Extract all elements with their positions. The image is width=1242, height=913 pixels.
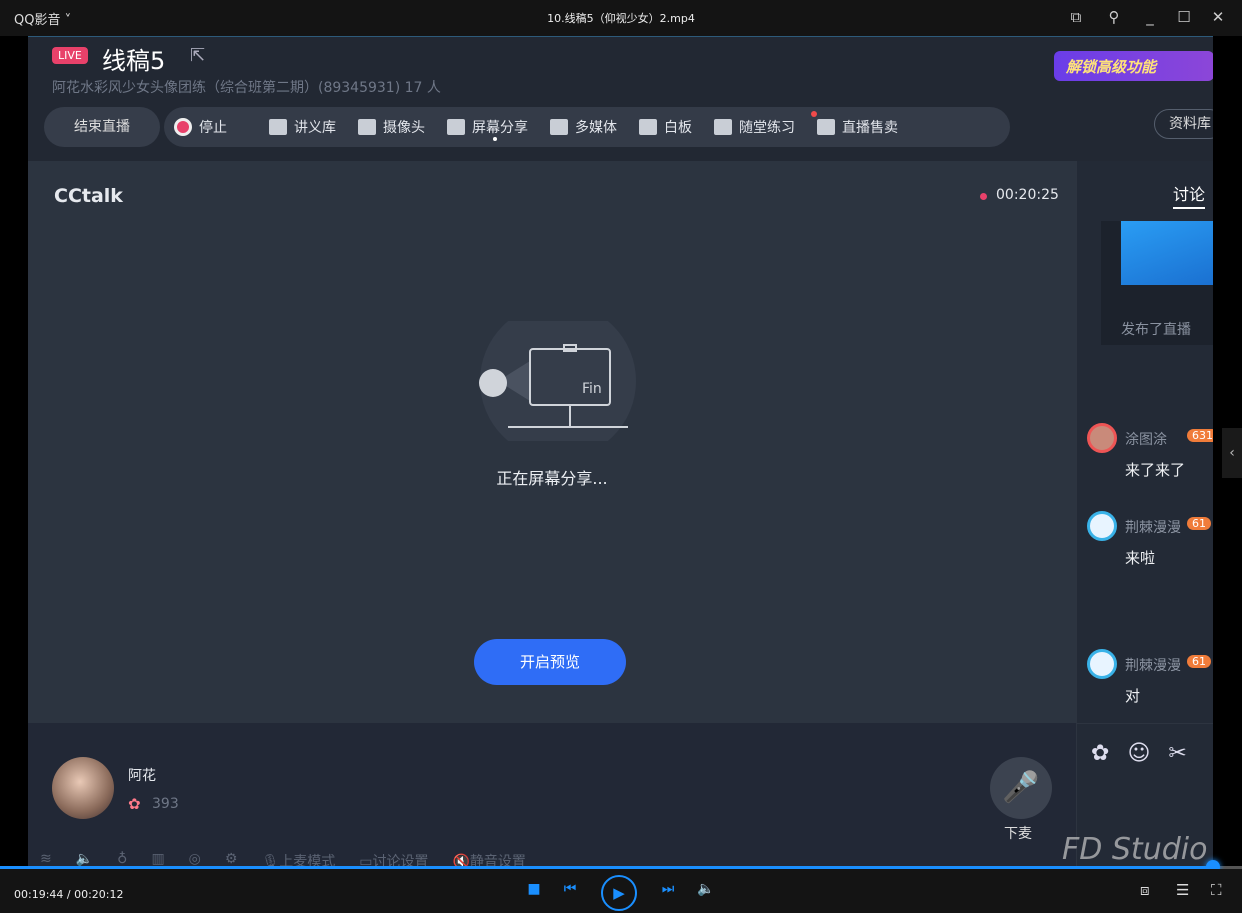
tool-label: 白板 <box>664 120 692 136</box>
chevron-left-icon: ‹ <box>1229 445 1235 461</box>
chat-user: 荆棘漫漫 <box>1125 520 1181 536</box>
tool-label: 停止 <box>199 120 227 136</box>
settings-sliders-icon[interactable]: ☰ <box>1176 881 1189 899</box>
emoji-icon[interactable]: ☺ <box>1127 741 1150 766</box>
fullscreen-icon[interactable]: ⛶ <box>1211 881 1222 899</box>
group-subtitle: 阿花水彩风少女头像团练（综合班第二期）(89345931) 17 人 <box>52 80 441 96</box>
studio-watermark: FD Studio <box>1062 832 1208 867</box>
pin-icon[interactable]: ⚲ <box>1102 6 1126 28</box>
chat-actions: ✿ ☺ ✂ <box>1091 741 1187 766</box>
player-controls: 00:19:44 / 00:20:12 ■ ⏮ ▶ ⏭ 🔈 ⧈ ☰ ⛶ <box>0 869 1242 913</box>
host-avatar[interactable] <box>52 757 114 819</box>
tool-label: 随堂练习 <box>739 120 795 136</box>
mini-mode-icon[interactable]: ⧉ <box>1064 6 1088 28</box>
tool-stop[interactable]: 停止 <box>174 117 227 137</box>
tool-label: 多媒体 <box>575 120 617 136</box>
live-badge: LIVE <box>52 47 88 64</box>
live-title: 线稿5 <box>102 47 166 75</box>
tool-label: 直播售卖 <box>842 120 898 136</box>
chat-message: 涂图涂 631 来了来了 <box>1087 423 1213 493</box>
fin-label: Fin <box>582 381 602 397</box>
user-avatar <box>1087 649 1117 679</box>
title-bar: QQ影音 ˅ 10.线稿5（仰视少女）2.mp4 ⧉ ⚲ _ ☐ ✕ <box>0 0 1242 36</box>
level-badge: 631 <box>1187 429 1213 442</box>
slides-icon <box>269 119 287 135</box>
screenshot-tool-icon[interactable]: ⧈ <box>1140 881 1150 899</box>
screen-sharing-status: 正在屏幕分享... <box>496 469 608 488</box>
chat-user: 涂图涂 <box>1125 432 1167 448</box>
start-preview-button[interactable]: 开启预览 <box>474 639 626 685</box>
volume-button[interactable]: 🔈 <box>694 881 718 897</box>
stop-button[interactable]: ■ <box>522 881 546 897</box>
next-button[interactable]: ⏭ <box>656 881 680 897</box>
tool-exercise[interactable]: 随堂练习 <box>714 117 795 137</box>
unlock-premium-banner[interactable]: 解锁高级功能 <box>1054 51 1213 81</box>
live-timer: 00:20:25 <box>996 187 1059 203</box>
stage: CCtalk 00:20:25 Fin 正在屏幕分享... 开启预览 <box>28 161 1076 723</box>
tool-label: 讲义库 <box>294 120 336 136</box>
user-avatar <box>1087 511 1117 541</box>
end-live-button[interactable]: 结束直播 <box>44 107 160 147</box>
microphone-icon: 🎤 <box>1002 770 1040 805</box>
level-badge: 61 <box>1187 517 1211 530</box>
chat-panel: 讨论 发布了直播 涂图涂 631 来了来了 荆棘漫漫 61 来啦 荆棘漫漫 61… <box>1076 161 1213 868</box>
screen-share-icon <box>447 119 465 135</box>
playback-time: 00:19:44 / 00:20:12 <box>14 888 124 901</box>
level-badge: 61 <box>1187 655 1211 668</box>
external-link-icon[interactable]: ⇱ <box>190 45 205 66</box>
file-name: 10.线稿5（仰视少女）2.mp4 <box>547 12 695 25</box>
tool-label: 摄像头 <box>383 120 425 136</box>
video-frame[interactable]: LIVE 线稿5 ⇱ 阿花水彩风少女头像团练（综合班第二期）(89345931)… <box>28 36 1213 868</box>
tab-discussion[interactable]: 讨论 <box>1173 181 1206 209</box>
host-name: 阿花 <box>128 768 156 784</box>
tool-camera[interactable]: 摄像头 <box>358 117 425 137</box>
play-button[interactable]: ▶ <box>601 875 637 911</box>
user-avatar <box>1087 423 1117 453</box>
projector-illustration: Fin <box>479 321 636 441</box>
collapse-panel-button[interactable]: ‹ <box>1222 428 1242 478</box>
chat-message: 荆棘漫漫 61 来啦 <box>1087 511 1213 581</box>
chat-message: 荆棘漫漫 61 对 <box>1087 649 1213 719</box>
camera-icon <box>358 119 376 135</box>
chat-text: 来啦 <box>1125 549 1156 567</box>
host-panel: 阿花 ✿ 393 🎤 下麦 ≋ 🔈 ♁ ▥ ◎ ⚙ 🎙上麦模式 ▭讨论设置 🔇静… <box>28 723 1076 868</box>
tool-shop[interactable]: 直播售卖 <box>811 111 898 137</box>
divider <box>1077 723 1213 724</box>
notification-dot <box>811 111 817 117</box>
cctalk-logo: CCtalk <box>54 185 123 207</box>
chat-text: 对 <box>1125 687 1141 705</box>
tool-screen-share[interactable]: 屏幕分享 <box>447 117 528 141</box>
exercise-icon <box>714 119 732 135</box>
card-image <box>1121 221 1213 285</box>
flower-count: 393 <box>152 796 179 812</box>
tool-media[interactable]: 多媒体 <box>550 117 617 137</box>
shop-icon <box>817 119 835 135</box>
live-toolbar: 停止 讲义库 摄像头 屏幕分享 多媒体 白板 随堂练习 直播售卖 <box>164 107 1010 147</box>
close-button[interactable]: ✕ <box>1206 6 1230 28</box>
whiteboard-icon <box>639 119 657 135</box>
card-text: 发布了直播 <box>1121 322 1191 338</box>
materials-button[interactable]: 资料库 <box>1154 109 1213 139</box>
media-icon <box>550 119 568 135</box>
minimize-button[interactable]: _ <box>1138 6 1162 28</box>
maximize-button[interactable]: ☐ <box>1172 6 1196 28</box>
flower-icon: ✿ <box>128 795 141 813</box>
leave-mic-label: 下麦 <box>1004 826 1032 842</box>
tool-whiteboard[interactable]: 白板 <box>639 117 692 137</box>
tool-slides[interactable]: 讲义库 <box>269 117 336 137</box>
recording-dot <box>980 193 987 200</box>
leave-mic-button[interactable]: 🎤 <box>990 757 1052 819</box>
chat-text: 来了来了 <box>1125 461 1186 479</box>
scissors-icon[interactable]: ✂ <box>1168 741 1186 766</box>
flower-icon[interactable]: ✿ <box>1091 741 1109 766</box>
chat-user: 荆棘漫漫 <box>1125 658 1181 674</box>
record-icon <box>174 118 192 136</box>
previous-button[interactable]: ⏮ <box>558 881 582 897</box>
live-header: LIVE 线稿5 ⇱ 阿花水彩风少女头像团练（综合班第二期）(89345931)… <box>28 37 1213 161</box>
live-card[interactable]: 发布了直播 <box>1101 221 1213 345</box>
active-dot <box>493 137 497 141</box>
tool-label: 屏幕分享 <box>472 120 528 136</box>
